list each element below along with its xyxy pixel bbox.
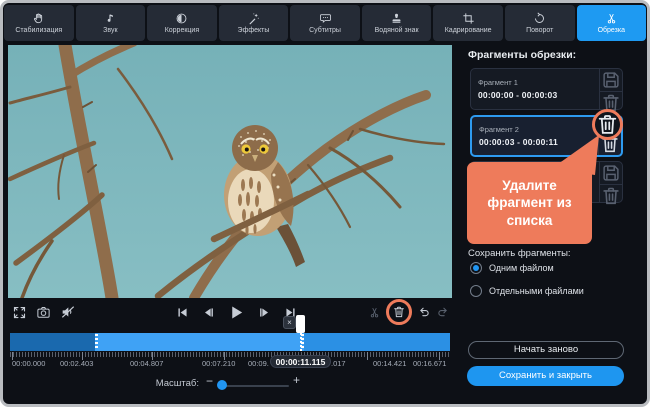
fullscreen-icon[interactable] xyxy=(12,305,27,320)
highlight-circle-delete xyxy=(592,109,623,140)
zoom-slider-knob[interactable] xyxy=(217,380,227,390)
timeline-segment-3[interactable] xyxy=(304,333,450,351)
ruler-label: 00:07.210 xyxy=(202,359,235,368)
radio-single-file-label: Одним файлом xyxy=(489,263,554,273)
stamp-icon xyxy=(390,12,403,25)
ruler-label: .017 xyxy=(331,359,346,368)
fragment-row-1[interactable]: Фрагмент 1 00:00:00 - 00:00:03 xyxy=(470,68,623,110)
app-window: Стабилизация Звук Коррекция Эффекты Субт… xyxy=(0,0,650,407)
ruler-label: 00:00.000 xyxy=(12,359,45,368)
rotate-icon xyxy=(533,12,546,25)
tab-effects[interactable]: Эффекты xyxy=(219,5,289,41)
video-preview xyxy=(8,45,452,298)
ruler-label: 00:09. xyxy=(248,359,269,368)
ruler-label: 00:02.403 xyxy=(60,359,93,368)
hand-icon xyxy=(32,12,45,25)
timeline-segment-1[interactable] xyxy=(10,333,95,351)
radio-separate-files-label: Отдельными файлами xyxy=(489,286,584,296)
highlight-circle-controls xyxy=(386,299,412,325)
speech-bubble-icon xyxy=(319,12,332,25)
time-ruler xyxy=(10,352,450,357)
delete-callout: Удалите фрагмент из списка xyxy=(467,162,592,244)
snapshot-camera-icon[interactable] xyxy=(36,305,51,320)
radio-separate-files[interactable] xyxy=(470,285,482,297)
redo-icon[interactable] xyxy=(436,305,450,319)
ruler-label: 00:14.421 xyxy=(373,359,406,368)
save-and-close-button[interactable]: Сохранить и закрыть xyxy=(467,366,624,386)
tab-crop[interactable]: Кадрирование xyxy=(433,5,503,41)
tab-rotate[interactable]: Поворот xyxy=(505,5,575,41)
cut-scissors-icon[interactable] xyxy=(368,306,381,319)
tab-trim-active[interactable]: Обрезка xyxy=(577,5,647,41)
reset-button[interactable]: Начать заново xyxy=(468,341,624,359)
player-controls xyxy=(8,299,452,325)
zoom-in-button[interactable]: + xyxy=(293,373,300,387)
frame-back-icon[interactable] xyxy=(202,306,215,319)
timeline-segment-selected[interactable] xyxy=(95,333,304,351)
scissors-icon xyxy=(605,12,618,25)
undo-icon[interactable] xyxy=(417,305,431,319)
play-icon[interactable] xyxy=(228,304,245,321)
tab-sound[interactable]: Звук xyxy=(76,5,146,41)
zoom-slider-track[interactable] xyxy=(219,385,289,387)
segment-close-button[interactable]: × xyxy=(283,316,296,329)
ruler-labels: 00:00.000 00:02.403 00:04.807 00:07.210 00:0… xyxy=(10,359,450,369)
tab-correction[interactable]: Коррекция xyxy=(147,5,217,41)
delete-trash-icon[interactable] xyxy=(392,305,406,319)
timeline-bar xyxy=(10,333,450,351)
fragments-panel-title: Фрагменты обрезки: xyxy=(468,49,576,61)
toolbar-tabs: Стабилизация Звук Коррекция Эффекты Субт… xyxy=(3,3,647,43)
zoom-label: Масштаб: xyxy=(123,378,199,389)
playhead-grip[interactable] xyxy=(296,315,305,333)
save-fragments-title: Сохранить фрагменты: xyxy=(468,248,571,259)
current-time-badge: 00:00:11.115 xyxy=(270,355,331,368)
playhead-line[interactable] xyxy=(300,333,302,351)
ruler-label: 00:16.671 xyxy=(413,359,446,368)
crop-icon xyxy=(462,12,475,25)
contrast-icon xyxy=(175,12,188,25)
tab-watermark[interactable]: Водяной знак xyxy=(362,5,432,41)
fragment-name: Фрагмент 1 xyxy=(478,78,592,87)
tab-subtitles[interactable]: Субтитры xyxy=(290,5,360,41)
ruler-label: 00:04.807 xyxy=(130,359,163,368)
zoom-out-button[interactable]: − xyxy=(206,374,213,388)
skip-start-icon[interactable] xyxy=(176,306,189,319)
tab-stabilization[interactable]: Стабилизация xyxy=(4,5,74,41)
fragment-range: 00:00:00 - 00:00:03 xyxy=(478,90,592,100)
radio-single-file[interactable] xyxy=(470,262,482,274)
delete-fragment-icon[interactable] xyxy=(595,112,620,137)
music-note-icon xyxy=(104,12,117,25)
mute-speaker-icon[interactable] xyxy=(60,304,76,320)
magic-wand-icon xyxy=(247,12,260,25)
save-fragment-icon[interactable] xyxy=(600,69,622,91)
delete-fragment-icon[interactable] xyxy=(600,184,622,207)
frame-forward-icon[interactable] xyxy=(258,306,271,319)
